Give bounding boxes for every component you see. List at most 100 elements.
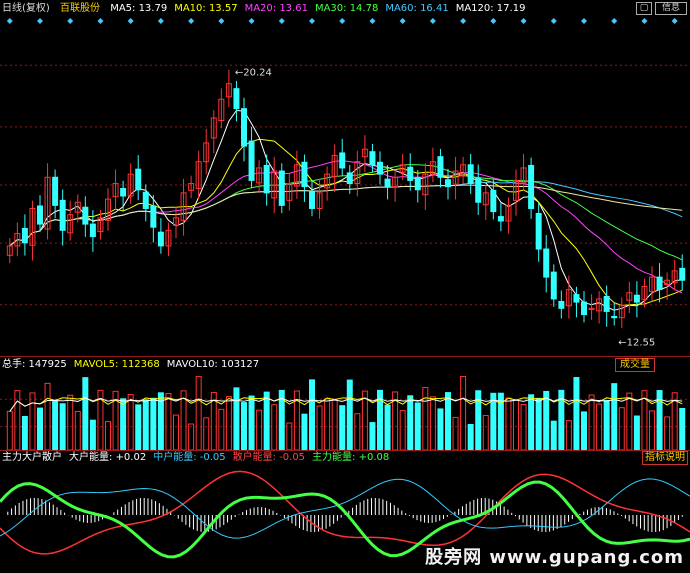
signal-marker (641, 18, 648, 24)
price-chart: ←20.24 ←12.55 (0, 18, 690, 349)
candle-body (497, 216, 504, 222)
volume-bar (649, 410, 655, 450)
volume-bar (361, 390, 368, 450)
volume-bar (369, 422, 376, 450)
volume-bar (550, 420, 557, 450)
volume-bar (505, 397, 512, 450)
indicator-label: 主力大户散户 (2, 452, 62, 463)
volume-bar (225, 396, 232, 450)
signal-marker (157, 18, 164, 24)
volume-bar (309, 379, 315, 450)
volume-bar (263, 391, 270, 450)
volume-bar (407, 395, 414, 450)
mid-energy-line (0, 478, 690, 539)
volume-bar (679, 407, 686, 450)
volume-bar (37, 407, 43, 450)
ma-label: MA10: 13.57 (174, 3, 238, 14)
volume-bar (611, 383, 618, 450)
candle-body (157, 231, 164, 247)
candle-body (679, 267, 686, 281)
candle-body (339, 152, 346, 169)
period-label: 日线(复权) (2, 3, 50, 14)
candle-body (550, 271, 557, 300)
candle-body (369, 151, 376, 166)
signal-marker (218, 18, 225, 24)
candle-body (37, 205, 43, 225)
volume-bar (233, 387, 240, 450)
candle-body (233, 88, 240, 110)
stock-name[interactable]: 百联股份 (60, 3, 100, 14)
candle-body (142, 191, 149, 209)
candle-body (543, 248, 550, 278)
candle-body (467, 164, 474, 185)
signal-marker (309, 18, 315, 24)
indicator-help-tag[interactable]: 指标说明 (642, 451, 688, 465)
candle-body (52, 176, 59, 206)
volume-bar (82, 377, 89, 450)
signal-marker (278, 18, 285, 24)
volume-bar (460, 375, 467, 450)
signal-marker (6, 18, 13, 24)
volume-bar (256, 409, 263, 450)
volume-bar (354, 413, 361, 450)
stock-chart-window: 日线(复权) 百联股份 MA5: 13.79 MA10: 13.57 MA20: 1… (0, 0, 690, 573)
candle-body (603, 295, 610, 312)
candle-body (611, 315, 618, 319)
high-label: ←20.24 (235, 68, 272, 79)
indicator-label: 散户能量: -0.05 (232, 452, 306, 463)
ma-line-20 (9, 160, 683, 294)
volume-bar (535, 397, 542, 450)
candle-body (581, 301, 587, 316)
signal-marker (67, 18, 74, 24)
volume-bar (565, 420, 572, 450)
candle-body (82, 206, 89, 225)
volume-bar (52, 400, 59, 450)
signal-marker (460, 18, 467, 24)
volume-bar (120, 398, 127, 450)
volume-bar (188, 423, 195, 450)
volume-bar (581, 411, 587, 450)
volume-label: MAVOL5: 112368 (73, 359, 160, 370)
signal-marker (369, 18, 376, 24)
volume-bar (301, 413, 308, 450)
volume-bar (618, 407, 625, 450)
volume-bar (603, 400, 610, 450)
volume-bar (241, 402, 247, 450)
volume-bar (445, 392, 451, 450)
candle-body (633, 294, 640, 303)
signal-marker (611, 18, 618, 24)
candle-body (437, 156, 444, 178)
volume-bar (588, 394, 595, 450)
low-label: ←12.55 (618, 338, 655, 349)
candle-body (309, 191, 315, 209)
candle-body (414, 177, 421, 191)
volume-bar (422, 387, 429, 450)
ma-label: MA120: 17.19 (455, 3, 526, 14)
volume-bar (633, 415, 640, 450)
candle-body (150, 205, 157, 228)
mavol-line-10 (9, 397, 683, 412)
candle-body (301, 161, 308, 188)
candle-body (535, 212, 542, 250)
candle-body (89, 223, 96, 238)
volume-bar (248, 395, 255, 450)
candle-body (475, 178, 482, 203)
volume-bar (316, 405, 323, 450)
volume-bar (89, 419, 96, 450)
candle-body (278, 170, 285, 206)
volume-bar (573, 377, 580, 450)
volume-bar (664, 416, 671, 450)
volume-bar (346, 379, 353, 450)
volume-bar (543, 390, 550, 450)
signal-marker (399, 18, 406, 24)
candle-body (528, 164, 535, 209)
volume-tag[interactable]: 成交量 (615, 358, 655, 372)
volume-bar (429, 396, 436, 450)
signal-marker (429, 18, 436, 24)
signal-marker (37, 18, 43, 24)
volume-bar (135, 404, 142, 450)
volume-bar (467, 423, 474, 450)
volume-bar (452, 416, 459, 450)
ma-label: MA5: 13.79 (110, 3, 168, 14)
candle-body (241, 108, 247, 147)
